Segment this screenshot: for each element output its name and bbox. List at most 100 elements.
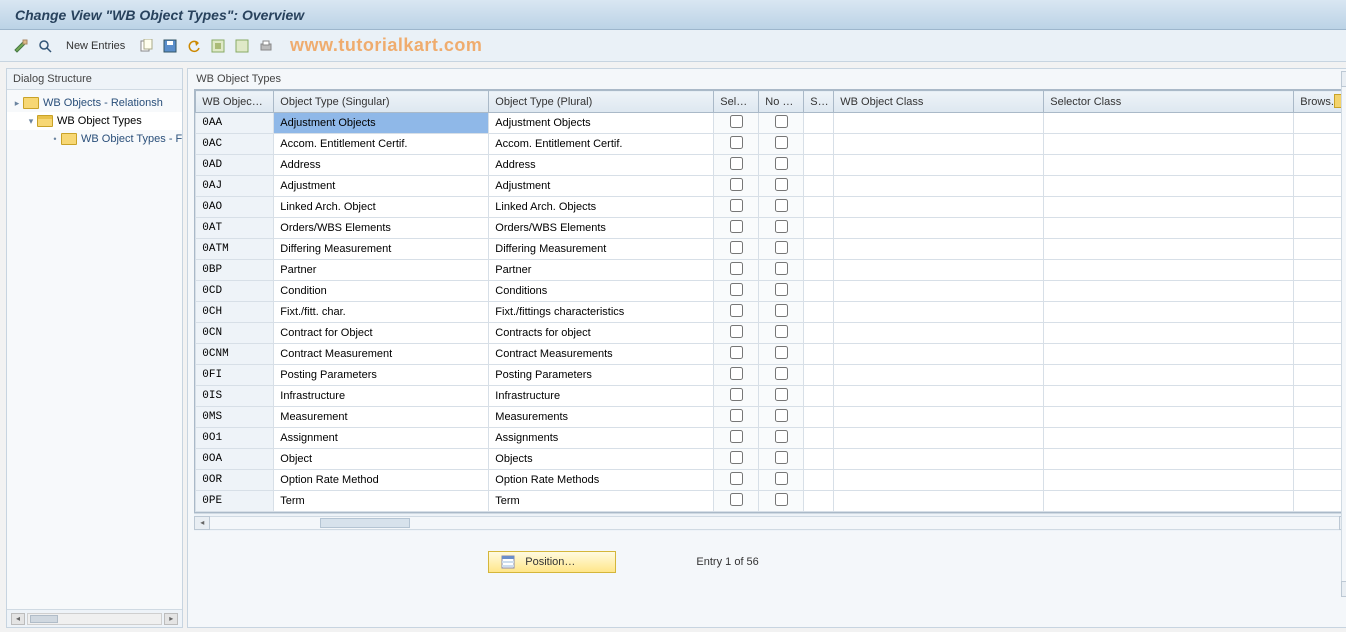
cell-selector-class[interactable] [1044,260,1294,281]
sidebar-scroll-track[interactable] [27,613,162,625]
cell-no-e-checkbox[interactable] [775,262,788,275]
cell-select-checkbox[interactable] [730,283,743,296]
tree-item[interactable]: •WB Object Types - F [7,130,182,148]
cell-selector-class[interactable] [1044,281,1294,302]
cell-wb-object-code[interactable]: 0OA [196,449,274,470]
cell-wb-object-code[interactable]: 0CN [196,323,274,344]
cell-brows-ob[interactable] [1294,281,1346,302]
cell-object-type-plural[interactable]: Linked Arch. Objects [489,197,714,218]
cell-selector-class[interactable] [1044,302,1294,323]
table-row[interactable]: 0CNMContract MeasurementContract Measure… [196,344,1346,365]
cell-wb-object-code[interactable]: 0OR [196,470,274,491]
print-icon[interactable] [257,37,275,55]
cell-s[interactable] [804,239,834,260]
table-row[interactable]: 0ATMDiffering MeasurementDiffering Measu… [196,239,1346,260]
cell-wb-object-code[interactable]: 0AC [196,134,274,155]
cell-object-type-plural[interactable]: Option Rate Methods [489,470,714,491]
cell-select-checkbox[interactable] [730,115,743,128]
cell-no-e-checkbox[interactable] [775,367,788,380]
cell-select-checkbox[interactable] [730,199,743,212]
cell-s[interactable] [804,491,834,512]
cell-wb-object-code[interactable]: 0MS [196,407,274,428]
cell-s[interactable] [804,323,834,344]
cell-brows-ob[interactable] [1294,260,1346,281]
cell-wb-object-code[interactable]: 0AJ [196,176,274,197]
column-header[interactable]: Object Type (Plural) [489,91,714,113]
cell-brows-ob[interactable] [1294,134,1346,155]
save-icon[interactable] [161,37,179,55]
cell-s[interactable] [804,302,834,323]
cell-object-type-singular[interactable]: Assignment [274,428,489,449]
cell-object-type-plural[interactable]: Address [489,155,714,176]
cell-no-e-checkbox[interactable] [775,241,788,254]
table-row[interactable]: 0ISInfrastructureInfrastructure [196,386,1346,407]
cell-selector-class[interactable] [1044,176,1294,197]
table-row[interactable]: 0CHFixt./fitt. char.Fixt./fittings chara… [196,302,1346,323]
cell-wb-object-code[interactable]: 0AT [196,218,274,239]
cell-select-checkbox[interactable] [730,409,743,422]
cell-wb-object-code[interactable]: 0CH [196,302,274,323]
cell-object-type-plural[interactable]: Differing Measurement [489,239,714,260]
cell-s[interactable] [804,176,834,197]
cell-object-type-singular[interactable]: Address [274,155,489,176]
cell-selector-class[interactable] [1044,134,1294,155]
position-button[interactable]: Position… [488,551,616,573]
table-row[interactable]: 0FIPosting ParametersPosting Parameters [196,365,1346,386]
sidebar-scroll-thumb[interactable] [30,615,58,623]
cell-no-e-checkbox[interactable] [775,115,788,128]
cell-s[interactable] [804,449,834,470]
cell-wb-object-code[interactable]: 0IS [196,386,274,407]
cell-wb-object-class[interactable] [834,449,1044,470]
cell-brows-ob[interactable] [1294,491,1346,512]
cell-brows-ob[interactable] [1294,323,1346,344]
cell-object-type-plural[interactable]: Accom. Entitlement Certif. [489,134,714,155]
cell-selector-class[interactable] [1044,470,1294,491]
cell-object-type-singular[interactable]: Adjustment Objects [274,113,489,134]
cell-wb-object-code[interactable]: 0PE [196,491,274,512]
cell-select-checkbox[interactable] [730,304,743,317]
cell-object-type-singular[interactable]: Contract for Object [274,323,489,344]
cell-object-type-singular[interactable]: Condition [274,281,489,302]
cell-no-e-checkbox[interactable] [775,493,788,506]
cell-wb-object-code[interactable]: 0BP [196,260,274,281]
cell-s[interactable] [804,428,834,449]
cell-object-type-plural[interactable]: Measurements [489,407,714,428]
cell-wb-object-code[interactable]: 0AO [196,197,274,218]
cell-object-type-plural[interactable]: Term [489,491,714,512]
cell-select-checkbox[interactable] [730,136,743,149]
cell-wb-object-class[interactable] [834,113,1044,134]
cell-object-type-singular[interactable]: Measurement [274,407,489,428]
cell-s[interactable] [804,155,834,176]
cell-brows-ob[interactable] [1294,197,1346,218]
cell-object-type-singular[interactable]: Option Rate Method [274,470,489,491]
table-hscroll-track[interactable] [210,516,1339,530]
cell-select-checkbox[interactable] [730,367,743,380]
deselect-all-icon[interactable] [233,37,251,55]
cell-brows-ob[interactable] [1294,365,1346,386]
cell-object-type-singular[interactable]: Contract Measurement [274,344,489,365]
cell-s[interactable] [804,281,834,302]
cell-selector-class[interactable] [1044,386,1294,407]
cell-no-e-checkbox[interactable] [775,451,788,464]
cell-wb-object-code[interactable]: 0AA [196,113,274,134]
cell-no-e-checkbox[interactable] [775,283,788,296]
tree-twisty-icon[interactable]: • [49,134,61,144]
table-row[interactable]: 0AAAdjustment ObjectsAdjustment Objects [196,113,1346,134]
cell-no-e-checkbox[interactable] [775,199,788,212]
cell-object-type-singular[interactable]: Term [274,491,489,512]
cell-select-checkbox[interactable] [730,472,743,485]
cell-selector-class[interactable] [1044,197,1294,218]
cell-wb-object-code[interactable]: 0FI [196,365,274,386]
cell-brows-ob[interactable] [1294,407,1346,428]
cell-brows-ob[interactable] [1294,239,1346,260]
table-row[interactable]: 0PETermTerm [196,491,1346,512]
cell-selector-class[interactable] [1044,323,1294,344]
column-header[interactable]: WB Object Class [834,91,1044,113]
cell-brows-ob[interactable] [1294,176,1346,197]
cell-object-type-plural[interactable]: Partner [489,260,714,281]
cell-selector-class[interactable] [1044,155,1294,176]
cell-select-checkbox[interactable] [730,220,743,233]
column-header[interactable]: Object Type (Singular) [274,91,489,113]
cell-s[interactable] [804,386,834,407]
table-row[interactable]: 0OROption Rate MethodOption Rate Methods [196,470,1346,491]
